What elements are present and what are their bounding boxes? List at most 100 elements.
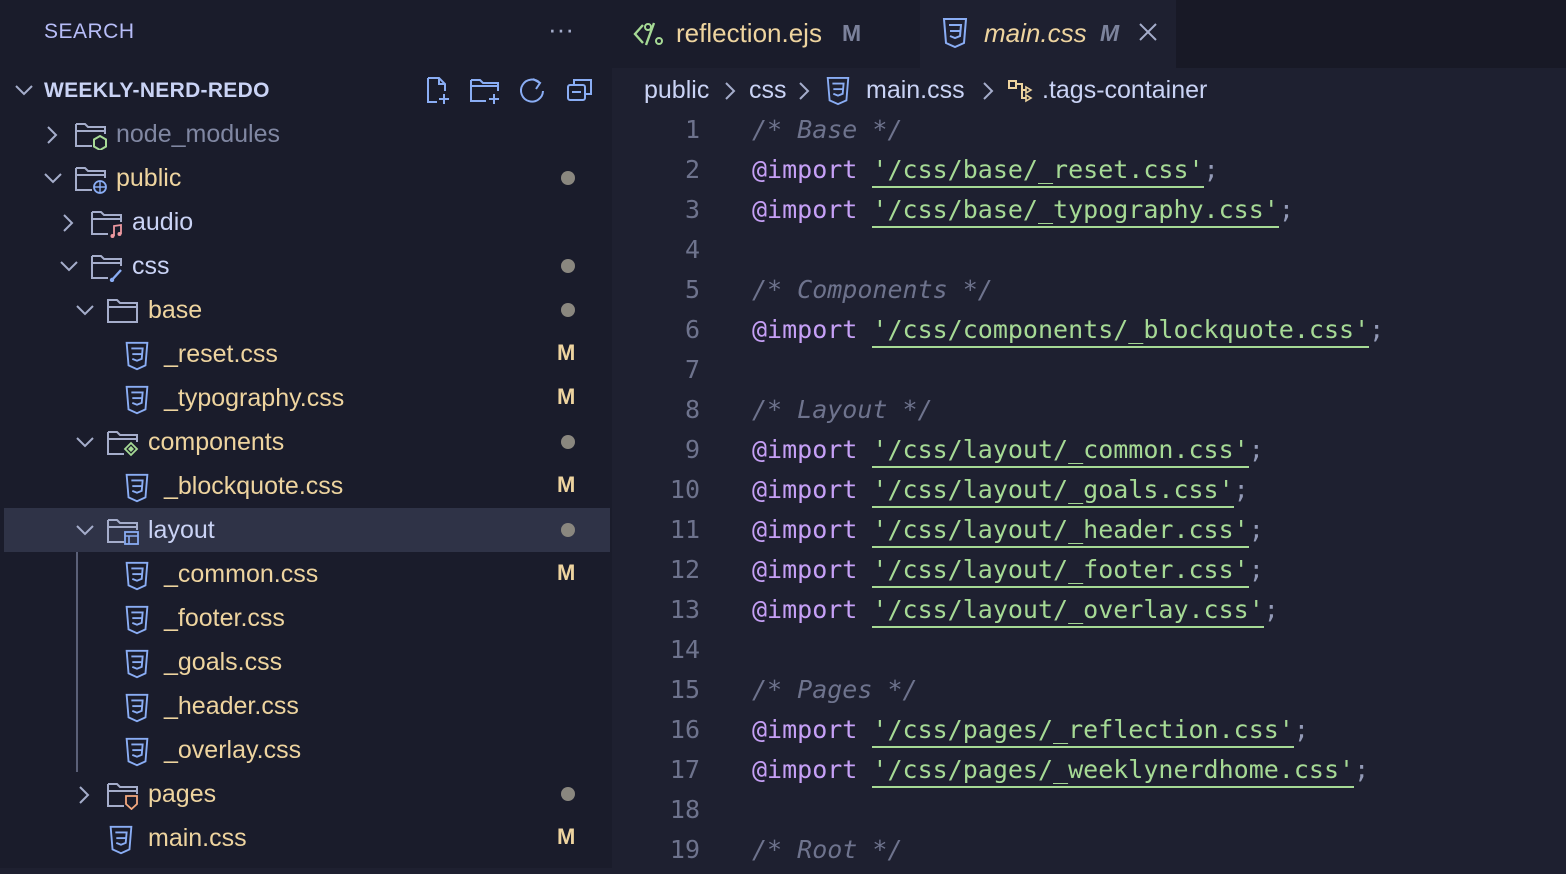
new-file-icon[interactable] (420, 74, 456, 106)
code-line[interactable]: 19 /* Root */ (612, 834, 1566, 874)
code-punctuation: ; (1278, 195, 1294, 224)
code-string-link[interactable]: '/css/layout/_footer.css' (872, 555, 1249, 588)
line-number: 6 (684, 315, 700, 344)
code-content: @import '/css/layout/_header.css'; (752, 515, 1264, 548)
code-line[interactable]: 7 (612, 354, 1566, 394)
code-string-link[interactable]: '/css/pages/_weeklynerdhome.css' (872, 755, 1355, 788)
breadcrumb-item-public[interactable]: public (644, 76, 709, 105)
chevron-down-icon[interactable] (74, 432, 96, 457)
css-file-icon (122, 692, 152, 729)
code-line[interactable]: 11 @import '/css/layout/_header.css'; (612, 514, 1566, 554)
code-line[interactable]: 3 @import '/css/base/_typography.css'; (612, 194, 1566, 234)
collapse-all-icon[interactable] (564, 74, 600, 106)
chevron-down-icon[interactable] (58, 256, 80, 281)
code-editor[interactable]: 1 /* Base */ 2 @import '/css/base/_reset.cs… (612, 114, 1566, 868)
code-content: @import '/css/layout/_common.css'; (752, 435, 1264, 468)
chevron-down-icon[interactable] (74, 520, 96, 545)
tree-item-label: _goals.css (164, 648, 283, 676)
chevron-down-icon[interactable] (12, 78, 36, 107)
code-punctuation: ; (1293, 715, 1309, 744)
tree-folder-public[interactable]: public (4, 156, 610, 200)
chevron-right-icon (796, 80, 812, 107)
tree-file-typography-css[interactable]: _typography.css M (4, 376, 610, 420)
tree-file-reset-css[interactable]: _reset.css M (4, 332, 610, 376)
code-line[interactable]: 10 @import '/css/layout/_goals.css'; (612, 474, 1566, 514)
tab-reflection-ejs[interactable]: reflection.ejs M (612, 0, 920, 68)
css-file-icon (824, 75, 852, 112)
tree-file-main-css[interactable]: main.css M (4, 816, 610, 860)
breadcrumb-item-css[interactable]: css (749, 76, 787, 105)
code-line[interactable]: 6 @import '/css/components/_blockquote.cs… (612, 314, 1566, 354)
git-modified-badge: M (557, 472, 576, 497)
tree-file-goals-css[interactable]: _goals.css (4, 640, 610, 684)
tree-item-label: components (148, 428, 285, 456)
tab-main-css[interactable]: main.css M (920, 0, 1176, 68)
line-number: 7 (684, 355, 700, 384)
code-line[interactable]: 9 @import '/css/layout/_common.css'; (612, 434, 1566, 474)
code-line[interactable]: 8 /* Layout */ (612, 394, 1566, 434)
code-line[interactable]: 4 (612, 234, 1566, 274)
tree-file-overlay-css[interactable]: _overlay.css (4, 728, 610, 772)
folder-css-icon (90, 252, 124, 287)
code-string-link[interactable]: '/css/components/_blockquote.css' (872, 315, 1370, 348)
code-line[interactable]: 1 /* Base */ (612, 114, 1566, 154)
chevron-right-icon[interactable] (74, 784, 94, 811)
more-actions-button[interactable]: ··· (548, 14, 574, 45)
code-line[interactable]: 16 @import '/css/pages/_reflection.css'; (612, 714, 1566, 754)
code-string-link[interactable]: '/css/layout/_goals.css' (872, 475, 1234, 508)
tree-folder-pages[interactable]: pages (4, 772, 610, 816)
tab-bar: reflection.ejs M main.css M (612, 0, 1566, 68)
code-content: /* Components */ (752, 275, 993, 304)
code-string-link[interactable]: '/css/layout/_common.css' (872, 435, 1249, 468)
close-icon[interactable] (1136, 20, 1160, 49)
chevron-right-icon (980, 80, 996, 107)
code-punctuation: ; (1203, 155, 1219, 184)
project-header[interactable]: WEEKLY-NERD-REDO (0, 68, 612, 112)
code-comment: /* Layout */ (752, 395, 933, 424)
css-file-icon (122, 384, 152, 421)
code-line[interactable]: 15 /* Pages */ (612, 674, 1566, 714)
tree-folder-components[interactable]: components (4, 420, 610, 464)
code-line[interactable]: 2 @import '/css/base/_reset.css'; (612, 154, 1566, 194)
code-content: @import '/css/components/_blockquote.css… (752, 315, 1384, 348)
tree-file-header-css[interactable]: _header.css (4, 684, 610, 728)
chevron-right-icon[interactable] (58, 212, 78, 239)
code-string-link[interactable]: '/css/layout/_overlay.css' (872, 595, 1264, 628)
breadcrumb-item-file[interactable]: main.css (866, 76, 965, 105)
tree-folder-css[interactable]: css (4, 244, 610, 288)
tree-item-label: pages (148, 780, 217, 808)
code-line[interactable]: 18 (612, 794, 1566, 834)
chevron-right-icon[interactable] (42, 124, 62, 151)
line-number: 4 (684, 235, 700, 264)
folder-public-icon (74, 164, 108, 199)
tree-folder-layout[interactable]: layout (4, 508, 610, 552)
folder-components-icon (106, 428, 140, 463)
code-string-link[interactable]: '/css/base/_typography.css' (872, 195, 1279, 228)
modified-dot-indicator (561, 303, 575, 317)
line-number: 15 (669, 675, 700, 704)
ejs-file-icon (632, 18, 668, 55)
tree-file-blockquote-css[interactable]: _blockquote.css M (4, 464, 610, 508)
code-line[interactable]: 5 /* Components */ (612, 274, 1566, 314)
code-line[interactable]: 14 (612, 634, 1566, 674)
new-folder-icon[interactable] (468, 74, 504, 106)
tree-file-footer-css[interactable]: _footer.css (4, 596, 610, 640)
breadcrumb-item-symbol[interactable]: .tags-container (1042, 76, 1207, 105)
code-line[interactable]: 13 @import '/css/layout/_overlay.css'; (612, 594, 1566, 634)
code-string-link[interactable]: '/css/pages/_reflection.css' (872, 715, 1294, 748)
code-string-link[interactable]: '/css/layout/_header.css' (872, 515, 1249, 548)
symbol-class-icon (1006, 76, 1036, 111)
tree-folder-node-modules[interactable]: node_modules (4, 112, 610, 156)
chevron-down-icon[interactable] (42, 168, 64, 193)
code-line[interactable]: 17 @import '/css/pages/_weeklynerdhome.cs… (612, 754, 1566, 794)
chevron-down-icon[interactable] (74, 300, 96, 325)
git-modified-badge: M (557, 560, 576, 585)
modified-dot-indicator (561, 787, 575, 801)
refresh-icon[interactable] (516, 74, 552, 106)
code-line[interactable]: 12 @import '/css/layout/_footer.css'; (612, 554, 1566, 594)
tree-folder-audio[interactable]: audio (4, 200, 610, 244)
tree-file-common-css[interactable]: _common.css M (4, 552, 610, 596)
tree-folder-base[interactable]: base (4, 288, 610, 332)
sidebar-header: SEARCH ··· (0, 0, 612, 68)
code-string-link[interactable]: '/css/base/_reset.css' (872, 155, 1204, 188)
